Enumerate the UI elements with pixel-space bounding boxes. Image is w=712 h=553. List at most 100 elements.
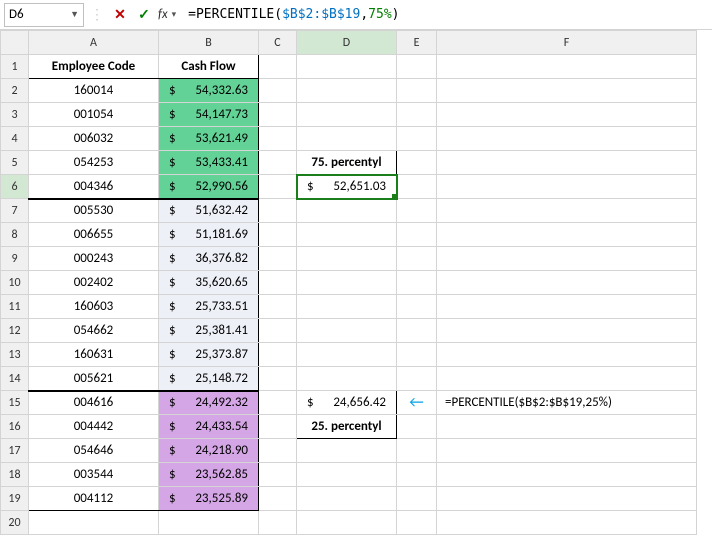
cell-E18[interactable] [397,463,437,487]
cell-C14[interactable] [259,367,297,391]
cell-A19[interactable]: 004112 [29,487,159,511]
cell-A13[interactable]: 160631 [29,343,159,367]
cell-B9[interactable]: $36,376.82 [159,247,259,271]
col-header-F[interactable]: F [437,31,697,55]
cell-B6[interactable]: $52,990.56 [159,175,259,199]
row-header-2[interactable]: 2 [1,79,29,103]
cell-A11[interactable]: 160603 [29,295,159,319]
cell-C20[interactable] [259,511,297,535]
cell-E8[interactable] [397,223,437,247]
cell-B4[interactable]: $53,621.49 [159,127,259,151]
cell-F15[interactable]: =PERCENTILE($B$2:$B$19,25%) [437,391,697,415]
cell-B15[interactable]: $24,492.32 [159,391,259,415]
cell-A7[interactable]: 005530 [29,199,159,223]
cell-B16[interactable]: $24,433.54 [159,415,259,439]
cell-C19[interactable] [259,487,297,511]
cell-E3[interactable] [397,103,437,127]
row-header-4[interactable]: 4 [1,127,29,151]
cell-B11[interactable]: $25,733.51 [159,295,259,319]
cell-E19[interactable] [397,487,437,511]
cell-E10[interactable] [397,271,437,295]
cell-D3[interactable] [297,103,397,127]
cell-D17[interactable] [297,439,397,463]
col-header-A[interactable]: A [29,31,159,55]
cell-F8[interactable] [437,223,697,247]
cell-C6[interactable] [259,175,297,199]
col-header-C[interactable]: C [259,31,297,55]
cell-A14[interactable]: 005621 [29,367,159,391]
cell-F16[interactable] [437,415,697,439]
cell-F17[interactable] [437,439,697,463]
cell-C2[interactable] [259,79,297,103]
row-header-15[interactable]: 15 [1,391,29,415]
row-header-20[interactable]: 20 [1,511,29,535]
cell-C3[interactable] [259,103,297,127]
cell-C17[interactable] [259,439,297,463]
cell-A2[interactable]: 160014 [29,79,159,103]
cell-E6[interactable] [397,175,437,199]
cell-D7[interactable] [297,199,397,223]
row-header-9[interactable]: 9 [1,247,29,271]
cell-F12[interactable] [437,319,697,343]
cell-D15[interactable]: $24,656.42 [297,391,397,415]
cell-B20[interactable] [159,511,259,535]
cell-D19[interactable] [297,487,397,511]
cell-C1[interactable] [259,55,297,79]
chevron-down-icon[interactable]: ▾ [172,9,177,20]
row-header-8[interactable]: 8 [1,223,29,247]
cell-F1[interactable] [437,55,697,79]
cell-F5[interactable] [437,151,697,175]
cell-B14[interactable]: $25,148.72 [159,367,259,391]
cell-D11[interactable] [297,295,397,319]
cell-B18[interactable]: $23,562.85 [159,463,259,487]
cell-E16[interactable] [397,415,437,439]
cell-D16[interactable]: 25. percentyl [297,415,397,439]
cell-E20[interactable] [397,511,437,535]
cell-F3[interactable] [437,103,697,127]
cell-D6[interactable]: $52,651.03 [297,175,397,199]
cell-E14[interactable] [397,367,437,391]
cell-B12[interactable]: $25,381.41 [159,319,259,343]
row-header-3[interactable]: 3 [1,103,29,127]
cell-A10[interactable]: 002402 [29,271,159,295]
cell-A9[interactable]: 000243 [29,247,159,271]
row-header-12[interactable]: 12 [1,319,29,343]
row-header-11[interactable]: 11 [1,295,29,319]
cell-D14[interactable] [297,367,397,391]
row-header-19[interactable]: 19 [1,487,29,511]
cell-D12[interactable] [297,319,397,343]
cell-B19[interactable]: $23,525.89 [159,487,259,511]
cell-B13[interactable]: $25,373.87 [159,343,259,367]
cell-C4[interactable] [259,127,297,151]
cell-F2[interactable] [437,79,697,103]
cell-A4[interactable]: 006032 [29,127,159,151]
cell-A20[interactable] [29,511,159,535]
cell-C10[interactable] [259,271,297,295]
row-header-17[interactable]: 17 [1,439,29,463]
cell-B10[interactable]: $35,620.65 [159,271,259,295]
cell-D18[interactable] [297,463,397,487]
cell-C5[interactable] [259,151,297,175]
cell-E1[interactable] [397,55,437,79]
cell-D4[interactable] [297,127,397,151]
cell-C18[interactable] [259,463,297,487]
cell-A12[interactable]: 054662 [29,319,159,343]
cell-A6[interactable]: 004346 [29,175,159,199]
cell-F11[interactable] [437,295,697,319]
cell-A8[interactable]: 006655 [29,223,159,247]
row-header-6[interactable]: 6 [1,175,29,199]
cell-F7[interactable] [437,199,697,223]
cell-D10[interactable] [297,271,397,295]
name-box[interactable]: D6 ▼ [4,3,84,27]
cell-A5[interactable]: 054253 [29,151,159,175]
cell-B2[interactable]: $54,332.63 [159,79,259,103]
cell-E5[interactable] [397,151,437,175]
cell-B1[interactable]: Cash Flow [159,55,259,79]
col-header-E[interactable]: E [397,31,437,55]
cell-C12[interactable] [259,319,297,343]
col-header-D[interactable]: D [297,31,397,55]
row-header-13[interactable]: 13 [1,343,29,367]
cell-A3[interactable]: 001054 [29,103,159,127]
cell-B5[interactable]: $53,433.41 [159,151,259,175]
row-header-1[interactable]: 1 [1,55,29,79]
